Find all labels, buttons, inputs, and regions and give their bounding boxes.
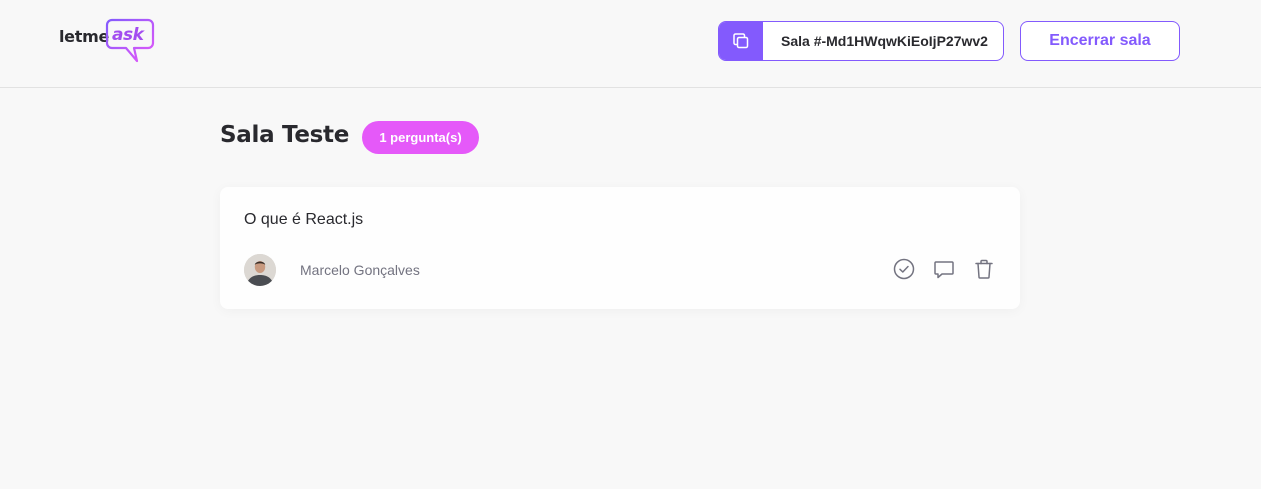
question-text: O que é React.js [244,211,364,228]
end-room-button[interactable]: Encerrar sala [1020,21,1180,61]
letmeask-logo[interactable]: letme ask [58,17,158,65]
header: letme ask Sala #-Md1HWqwKiEoIjP27wv2 Enc… [0,0,1261,88]
logo-text-letme: letme [59,27,110,46]
question-card: O que é React.js Marcelo Gonçalves [220,187,1020,309]
room-code-text: Sala #-Md1HWqwKiEoIjP27wv2 [781,33,988,49]
chat-bubble-icon[interactable] [932,257,956,281]
trash-icon[interactable] [972,257,996,281]
check-circle-icon[interactable] [892,257,916,281]
avatar [244,254,276,286]
author-name: Marcelo Gonçalves [300,262,420,278]
logo-text-ask: ask [112,25,144,45]
question-count-badge: 1 pergunta(s) [362,121,479,154]
copy-icon[interactable] [719,22,763,60]
room-code-copy-button[interactable]: Sala #-Md1HWqwKiEoIjP27wv2 [718,21,1004,61]
page-title: Sala Teste [220,122,350,148]
